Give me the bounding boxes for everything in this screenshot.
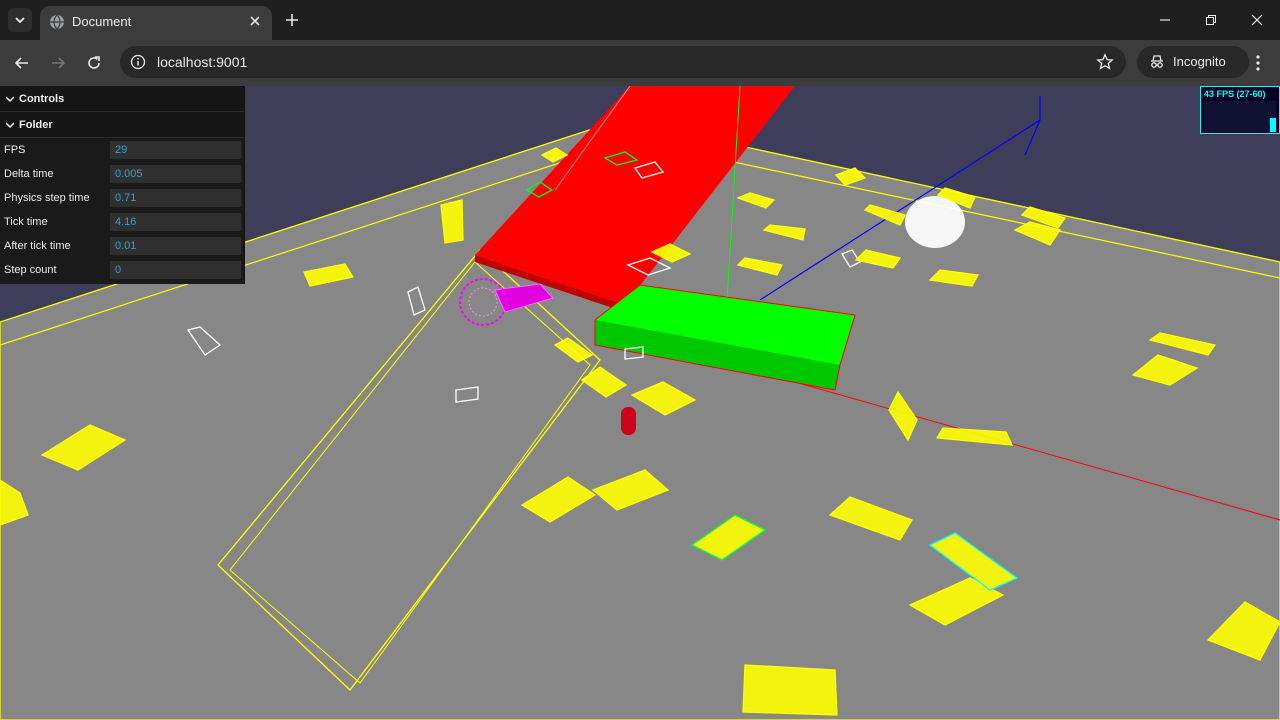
row-label: Tick time xyxy=(4,216,48,228)
incognito-label: Incognito xyxy=(1173,54,1226,69)
red-capsule xyxy=(621,407,636,435)
gui-row-step-count: Step count 0 xyxy=(0,258,244,282)
minimize-icon xyxy=(1160,19,1170,21)
fps-graph xyxy=(1204,101,1276,132)
table xyxy=(742,664,838,716)
row-value-field[interactable]: 0 xyxy=(110,261,241,279)
particle-cloud xyxy=(905,196,965,248)
row-value-field[interactable]: 29 xyxy=(110,141,241,159)
incognito-indicator[interactable]: Incognito xyxy=(1137,46,1249,78)
controls-panel: Controls Folder FPS 29 Delta time 0.005 … xyxy=(0,86,245,284)
row-value-field[interactable]: 4.16 xyxy=(110,213,241,231)
folder-header[interactable]: Folder xyxy=(0,112,244,138)
gui-row-physics-step-time: Physics step time 0.71 xyxy=(0,186,244,210)
globe-icon xyxy=(50,14,64,30)
gui-row-delta-time: Delta time 0.005 xyxy=(0,162,244,186)
close-icon xyxy=(1251,14,1263,26)
arrow-right-icon xyxy=(52,57,66,69)
tab-strip: Document xyxy=(0,0,1280,40)
gui-row-tick-time: Tick time 4.16 xyxy=(0,210,244,234)
fps-text: 43 FPS (27-60) xyxy=(1204,89,1266,99)
row-value-field[interactable]: 0.01 xyxy=(110,237,241,255)
reload-icon xyxy=(88,56,100,69)
url-text: localhost:9001 xyxy=(157,54,248,70)
row-label: After tick time xyxy=(4,240,71,252)
controls-header[interactable]: Controls xyxy=(0,86,244,112)
address-bar[interactable]: localhost:9001 xyxy=(120,46,1126,78)
row-label: Delta time xyxy=(4,168,54,180)
tab-search-button[interactable] xyxy=(8,8,32,32)
back-button[interactable] xyxy=(11,52,33,74)
new-tab-icon[interactable] xyxy=(282,10,302,30)
minimize-button[interactable] xyxy=(1155,10,1175,30)
row-label: Physics step time xyxy=(4,192,90,204)
close-tab-icon[interactable] xyxy=(247,13,263,29)
chevron-down-icon xyxy=(6,121,14,128)
close-window-button[interactable] xyxy=(1247,10,1267,30)
row-value-field[interactable]: 0.005 xyxy=(110,165,241,183)
restore-icon xyxy=(1206,15,1216,25)
chevron-down-icon xyxy=(15,17,25,24)
fps-graph-bar xyxy=(1270,118,1276,132)
gui-row-fps: FPS 29 xyxy=(0,138,244,162)
arrow-left-icon xyxy=(14,57,28,69)
incognito-icon xyxy=(1151,55,1163,68)
controls-title: Controls xyxy=(19,92,65,105)
more-menu-icon[interactable] xyxy=(1250,52,1266,74)
tab-title: Document xyxy=(72,14,132,29)
reload-button[interactable] xyxy=(83,52,105,74)
restore-button[interactable] xyxy=(1201,10,1221,30)
row-label: Step count xyxy=(4,264,57,276)
info-icon[interactable] xyxy=(130,54,146,70)
browser-toolbar: localhost:9001 Incognito xyxy=(0,40,1280,86)
folder-title: Folder xyxy=(19,118,53,131)
forward-button[interactable] xyxy=(47,52,69,74)
fps-stats-panel[interactable]: 43 FPS (27-60) xyxy=(1200,86,1280,134)
bookmark-star-icon[interactable] xyxy=(1096,53,1114,71)
chevron-down-icon xyxy=(6,95,14,102)
browser-tab[interactable]: Document xyxy=(40,6,272,40)
table xyxy=(440,199,464,244)
row-label: FPS xyxy=(4,144,26,156)
row-value-field[interactable]: 0.71 xyxy=(110,189,241,207)
gui-row-after-tick-time: After tick time 0.01 xyxy=(0,234,244,258)
